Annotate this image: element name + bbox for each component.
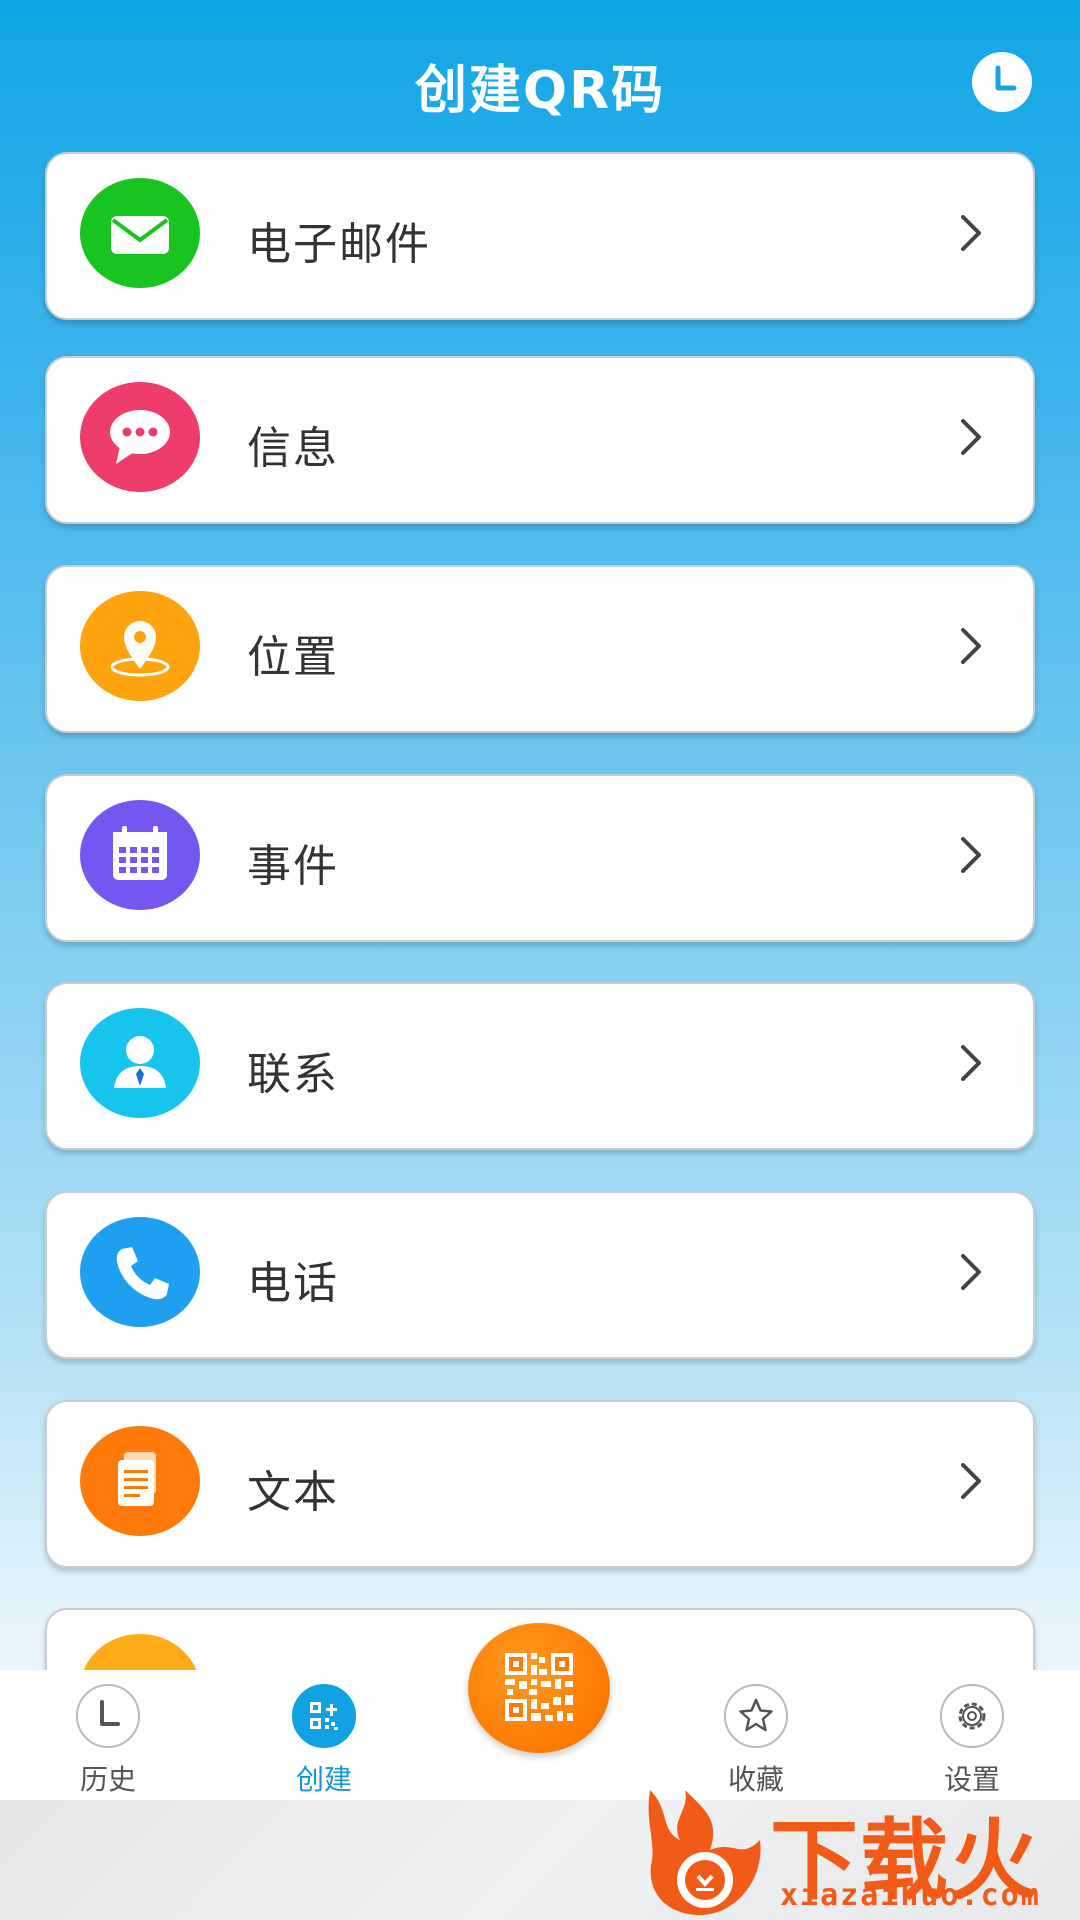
qr-code-icon xyxy=(505,1653,573,1721)
page-title: 创建QR码 xyxy=(414,61,666,121)
clock-icon xyxy=(76,1684,140,1748)
watermark-logo xyxy=(648,1790,761,1915)
tab-history[interactable]: 历史 xyxy=(38,1670,178,1800)
watermark-url: xiazaihuo.com xyxy=(780,1878,1041,1913)
tab-label: 历史 xyxy=(79,1763,136,1796)
chevron-right-icon xyxy=(961,1463,981,1499)
phone-icon xyxy=(80,1217,200,1327)
location-icon xyxy=(80,591,200,701)
list-item-label: 事件 xyxy=(247,841,339,892)
list-item-label: 联系 xyxy=(247,1049,339,1100)
chevron-right-icon xyxy=(961,1254,981,1290)
qr-create-icon xyxy=(292,1684,356,1748)
chevron-right-icon xyxy=(961,628,981,664)
list-item-label: 电子邮件 xyxy=(247,219,431,270)
list-item-message[interactable]: 信息 xyxy=(45,356,1035,524)
header: 创建QR码 xyxy=(0,0,1080,160)
chevron-right-icon xyxy=(961,837,981,873)
gear-icon xyxy=(940,1684,1004,1748)
tab-label: 创建 xyxy=(295,1763,352,1796)
list-item-label: 电话 xyxy=(247,1258,339,1309)
list-item-text[interactable]: 文本 xyxy=(45,1400,1035,1568)
text-icon xyxy=(80,1426,200,1536)
list-item-label: 位置 xyxy=(247,632,339,683)
list-item-label: 文本 xyxy=(247,1467,339,1518)
list-item-label: 信息 xyxy=(247,423,339,474)
create-list[interactable]: 电子邮件 信息 位置 事件 联系 电话 文本 xyxy=(0,0,1080,1670)
clock-icon xyxy=(995,65,1017,91)
chevron-right-icon xyxy=(961,1045,981,1081)
calendar-icon xyxy=(80,800,200,910)
star-icon xyxy=(724,1684,788,1748)
tab-create[interactable]: 创建 xyxy=(254,1670,394,1800)
list-item-email[interactable]: 电子邮件 xyxy=(45,152,1035,320)
list-item-phone[interactable]: 电话 xyxy=(45,1191,1035,1359)
partial-icon xyxy=(80,1634,200,1670)
history-button[interactable] xyxy=(972,52,1032,112)
email-icon xyxy=(80,178,200,288)
chevron-right-icon xyxy=(961,419,981,455)
qr-scan-button[interactable] xyxy=(468,1623,610,1753)
list-item-contact[interactable]: 联系 xyxy=(45,982,1035,1150)
message-icon xyxy=(80,382,200,492)
list-item-event[interactable]: 事件 xyxy=(45,774,1035,942)
list-item-location[interactable]: 位置 xyxy=(45,565,1035,733)
chevron-right-icon xyxy=(961,215,981,251)
contact-icon xyxy=(80,1008,200,1118)
tab-settings[interactable]: 设置 xyxy=(902,1670,1042,1800)
